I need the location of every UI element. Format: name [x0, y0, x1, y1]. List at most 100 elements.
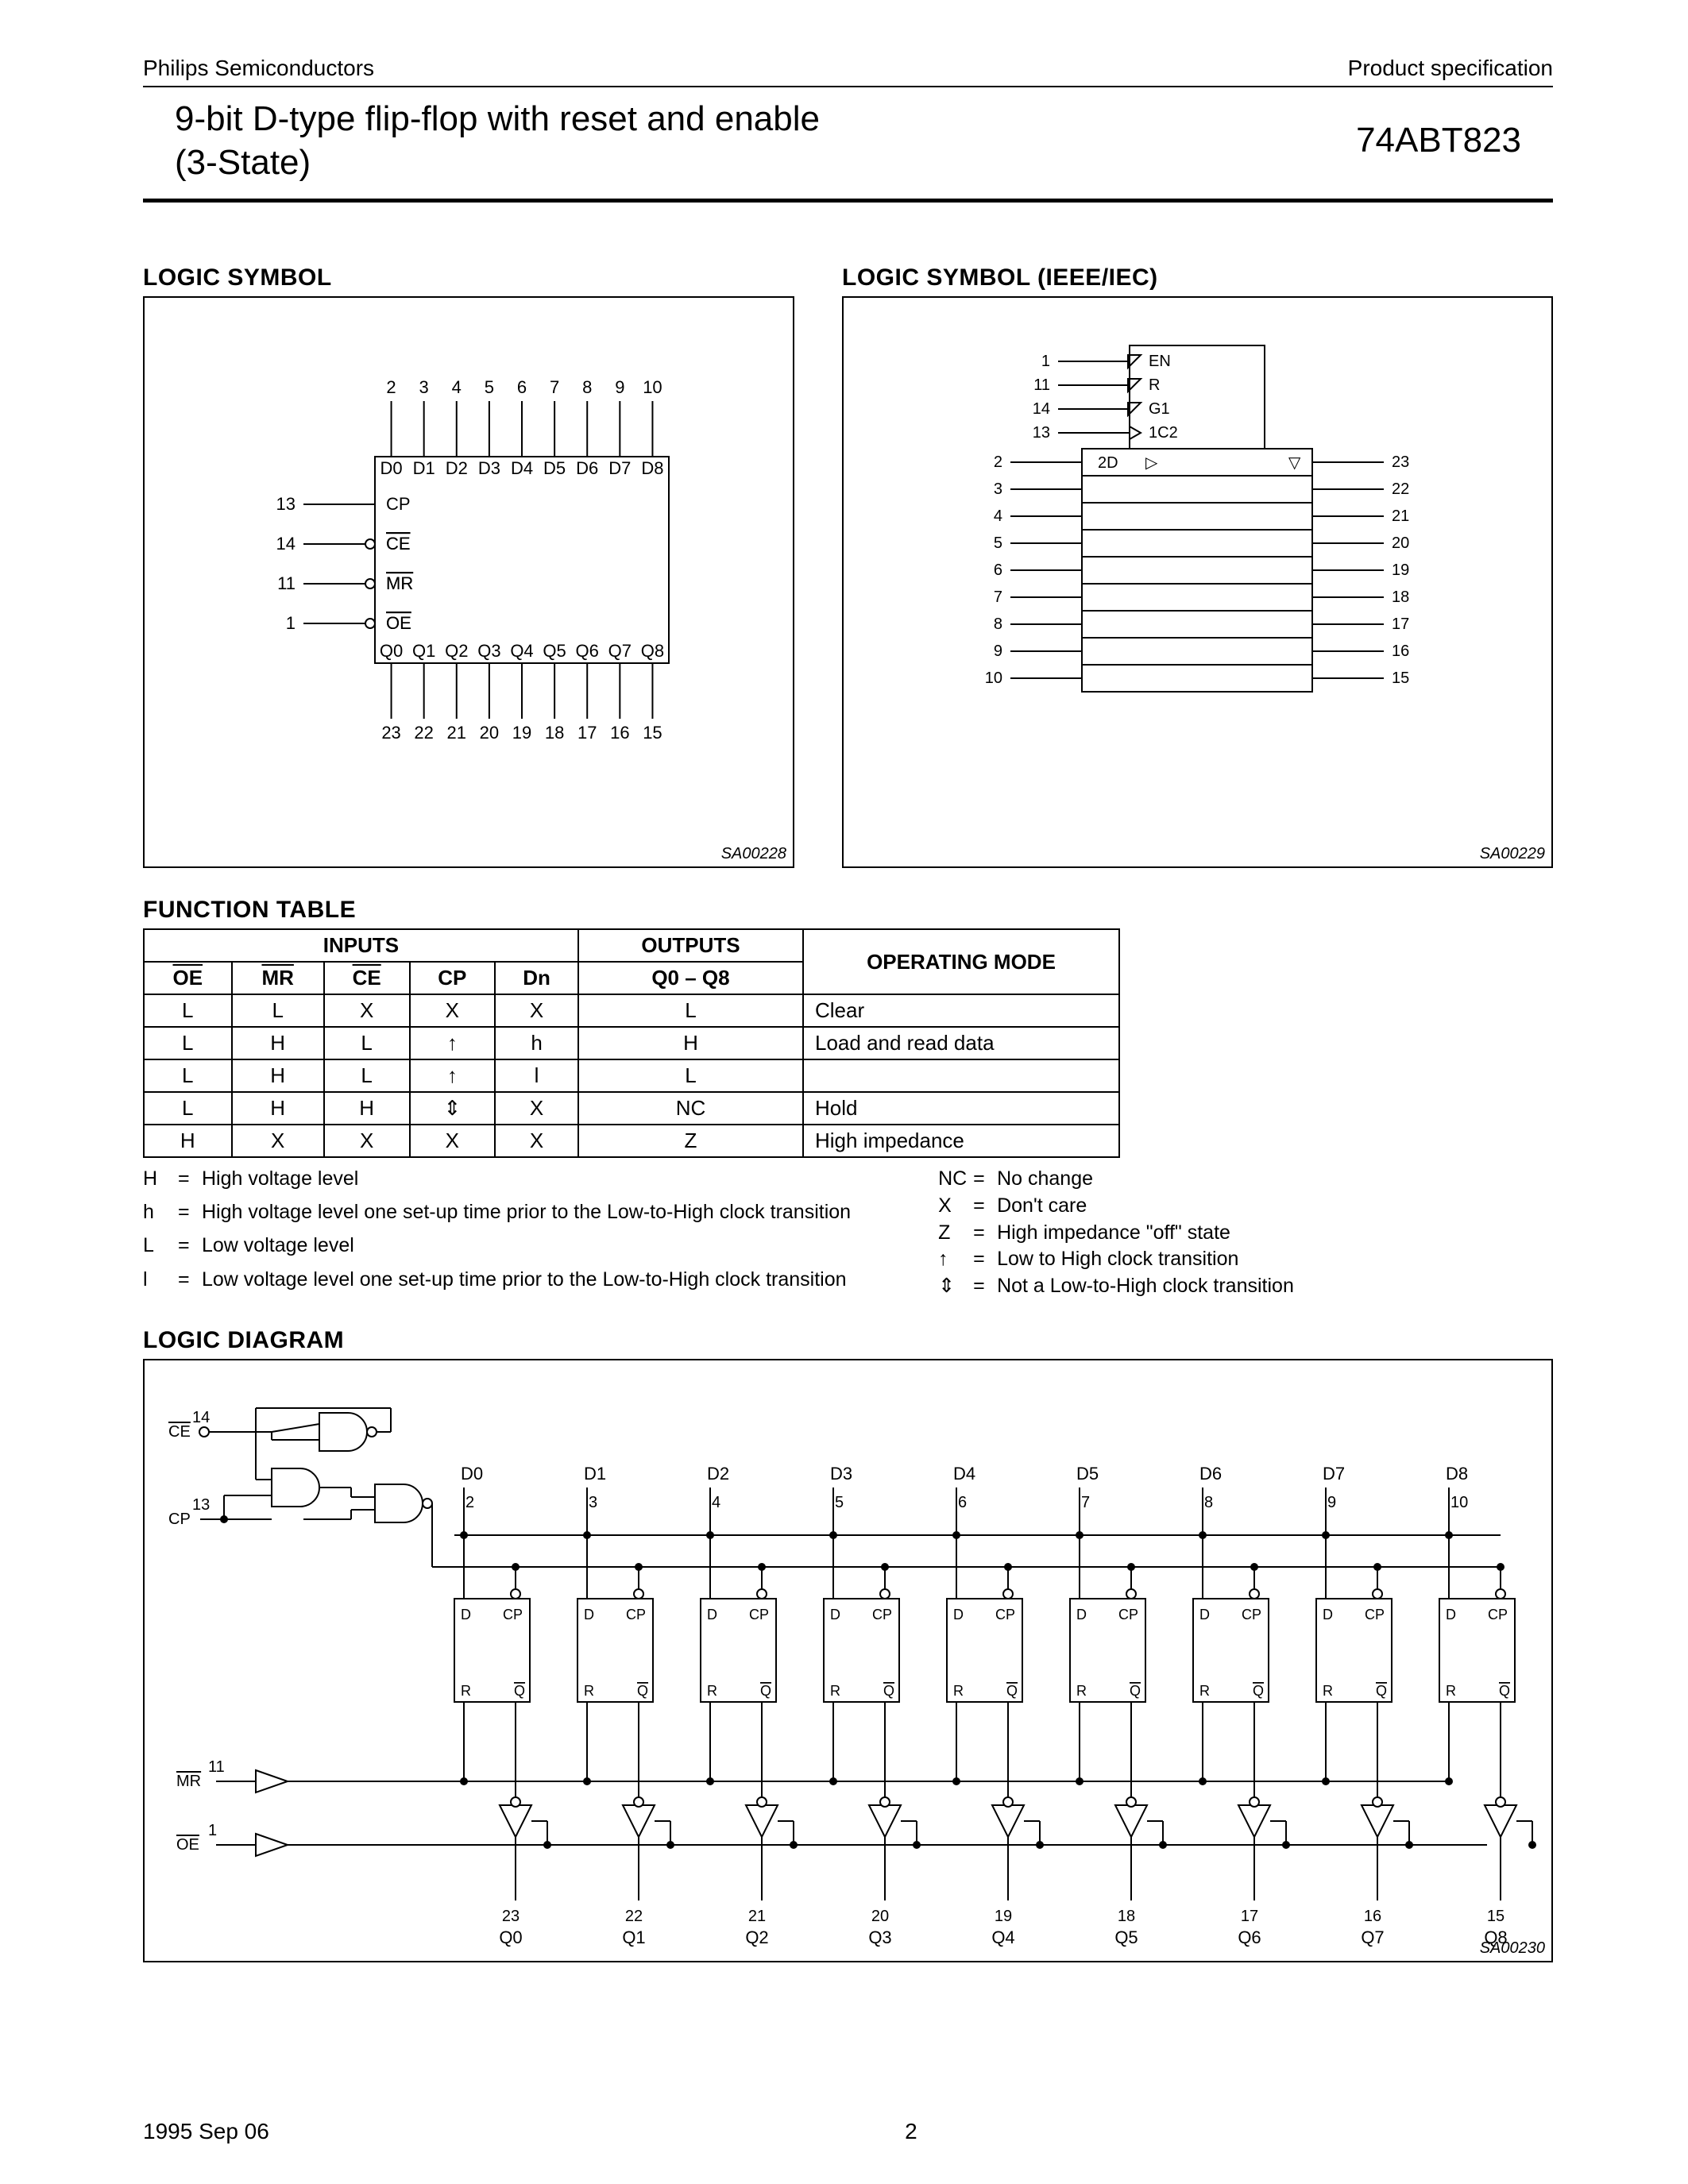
- svg-text:D6: D6: [576, 458, 598, 478]
- ft-cell: H: [144, 1125, 232, 1157]
- legend-item: =: [178, 1199, 194, 1233]
- svg-text:9: 9: [994, 642, 1002, 660]
- ft-col: CE: [324, 962, 410, 994]
- svg-text:10: 10: [985, 669, 1002, 687]
- svg-text:Q2: Q2: [445, 641, 468, 661]
- svg-text:13: 13: [276, 494, 295, 514]
- svg-text:17: 17: [577, 723, 597, 743]
- svg-text:20: 20: [480, 723, 499, 743]
- title-block: 9-bit D-type flip-flop with reset and en…: [143, 89, 1553, 197]
- legend-item: High impedance "off" state: [997, 1220, 1294, 1247]
- svg-text:13: 13: [192, 1496, 210, 1514]
- svg-text:4: 4: [452, 377, 462, 397]
- svg-text:5: 5: [994, 534, 1002, 552]
- svg-text:23: 23: [381, 723, 400, 743]
- ft-cell: H: [232, 1027, 324, 1059]
- svg-text:16: 16: [610, 723, 629, 743]
- svg-text:3: 3: [419, 377, 429, 397]
- legend-item: ↑: [938, 1246, 965, 1273]
- svg-text:D2: D2: [446, 458, 468, 478]
- svg-text:R: R: [1199, 1683, 1210, 1699]
- svg-text:6: 6: [958, 1494, 967, 1511]
- svg-text:2: 2: [994, 453, 1002, 471]
- svg-text:CP: CP: [1365, 1607, 1385, 1623]
- svg-text:D5: D5: [1076, 1464, 1099, 1484]
- svg-text:14: 14: [1033, 400, 1050, 418]
- svg-text:CP: CP: [503, 1607, 523, 1623]
- ft-cell: L: [578, 994, 803, 1027]
- svg-text:Q: Q: [1499, 1683, 1510, 1699]
- svg-text:22: 22: [414, 723, 433, 743]
- svg-text:16: 16: [1392, 642, 1409, 660]
- svg-text:7: 7: [994, 588, 1002, 606]
- legend-item: Don't care: [997, 1193, 1294, 1220]
- svg-text:Q: Q: [514, 1683, 525, 1699]
- svg-text:CP: CP: [168, 1511, 191, 1528]
- svg-text:Q: Q: [1006, 1683, 1018, 1699]
- panel-logic-diagram: 14CE13CP11MR1OED02DCPRQ23Q0D13DCPRQ22Q1D…: [143, 1359, 1553, 1962]
- svg-text:Q: Q: [883, 1683, 894, 1699]
- svg-text:D: D: [1323, 1607, 1333, 1623]
- svg-text:3: 3: [589, 1494, 597, 1511]
- svg-text:7: 7: [1081, 1494, 1090, 1511]
- svg-text:5: 5: [485, 377, 494, 397]
- ft-group-inputs: INPUTS: [144, 929, 578, 962]
- svg-text:R: R: [1323, 1683, 1333, 1699]
- svg-text:Q: Q: [1253, 1683, 1264, 1699]
- ft-mode: High impedance: [803, 1125, 1119, 1157]
- svg-text:18: 18: [545, 723, 564, 743]
- svg-text:4: 4: [712, 1494, 720, 1511]
- legend: H=High voltage levelh=High voltage level…: [143, 1166, 1553, 1300]
- ft-mode: [803, 1059, 1119, 1092]
- vendor: Philips Semiconductors: [143, 56, 374, 81]
- svg-text:11: 11: [208, 1758, 225, 1776]
- legend-item: Z: [938, 1220, 965, 1247]
- svg-text:Q: Q: [637, 1683, 648, 1699]
- legend-item: =: [973, 1193, 989, 1220]
- ft-cell: X: [495, 1125, 578, 1157]
- legend-item: l: [143, 1267, 170, 1300]
- ft-cell: L: [144, 1092, 232, 1125]
- svg-text:CP: CP: [749, 1607, 769, 1623]
- svg-text:EN: EN: [1149, 353, 1171, 370]
- svg-text:11: 11: [1033, 376, 1050, 394]
- svg-text:18: 18: [1118, 1908, 1135, 1925]
- svg-text:21: 21: [1392, 507, 1409, 525]
- footer-page: 2: [905, 2119, 917, 2144]
- svg-text:Q: Q: [1130, 1683, 1141, 1699]
- svg-text:2: 2: [465, 1494, 474, 1511]
- legend-item: =: [178, 1166, 194, 1199]
- legend-item: Not a Low-to-High clock transition: [997, 1273, 1294, 1300]
- legend-item: =: [178, 1233, 194, 1266]
- legend-item: L: [143, 1233, 170, 1266]
- function-table: INPUTS OUTPUTS OPERATING MODE OEMRCECPDn…: [143, 928, 1120, 1158]
- svg-text:15: 15: [1487, 1908, 1505, 1925]
- ft-cell: X: [232, 1125, 324, 1157]
- svg-text:11: 11: [277, 573, 295, 593]
- svg-text:Q5: Q5: [1114, 1927, 1138, 1947]
- svg-text:9: 9: [1327, 1494, 1336, 1511]
- ft-cell: l: [495, 1059, 578, 1092]
- svg-text:15: 15: [1392, 669, 1409, 687]
- doc-header: Philips Semiconductors Product specifica…: [143, 56, 1553, 81]
- svg-text:CP: CP: [1118, 1607, 1138, 1623]
- svg-text:D: D: [953, 1607, 964, 1623]
- svg-text:7: 7: [550, 377, 559, 397]
- svg-text:Q7: Q7: [1361, 1927, 1384, 1947]
- legend-item: No change: [997, 1166, 1294, 1193]
- legend-item: Low to High clock transition: [997, 1246, 1294, 1273]
- svg-text:R: R: [1446, 1683, 1456, 1699]
- svg-text:▷: ▷: [1145, 454, 1158, 472]
- legend-item: =: [973, 1166, 989, 1193]
- svg-text:R: R: [1149, 376, 1160, 394]
- svg-text:2: 2: [386, 377, 396, 397]
- tag-ieee: SA00229: [1480, 845, 1545, 863]
- legend-item: =: [178, 1267, 194, 1300]
- svg-text:Q2: Q2: [745, 1927, 768, 1947]
- ft-cell: L: [578, 1059, 803, 1092]
- svg-text:R: R: [461, 1683, 471, 1699]
- legend-item: X: [938, 1193, 965, 1220]
- svg-text:8: 8: [1204, 1494, 1213, 1511]
- svg-text:D4: D4: [511, 458, 533, 478]
- svg-text:13: 13: [1033, 424, 1050, 442]
